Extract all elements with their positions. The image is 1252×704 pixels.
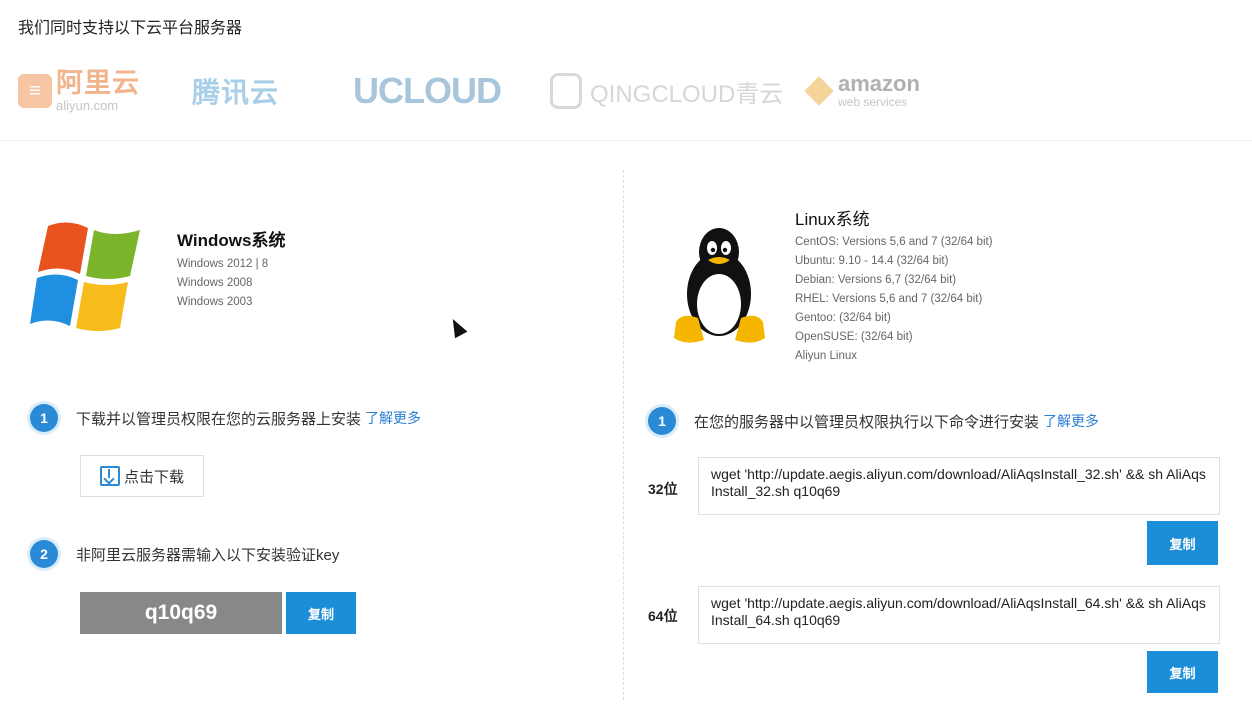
download-icon: [99, 466, 120, 486]
supported-platforms-heading: 我们同时支持以下云平台服务器: [18, 20, 243, 37]
install-command-32[interactable]: wget 'http://update.aegis.aliyun.com/dow…: [698, 457, 1220, 515]
linux-version: Aliyun Linux: [795, 350, 858, 362]
download-label: 点击下载: [123, 468, 184, 486]
windows-version: Windows 2008: [177, 277, 253, 289]
windows-version: Windows 2012 | 8: [177, 258, 269, 270]
tencent-cloud-logo: 腾讯云: [192, 77, 280, 108]
aliyun-icon: ≡: [18, 74, 52, 108]
windows-info: Windows系统 Windows 2012 | 8 Windows 2008 …: [177, 226, 285, 312]
qingcloud-icon: [550, 73, 582, 109]
learn-more-link[interactable]: 了解更多: [1043, 411, 1099, 431]
step-text: 在您的服务器中以管理员权限执行以下命令进行安装: [694, 413, 1040, 431]
install-command-64[interactable]: wget 'http://update.aegis.aliyun.com/dow…: [698, 586, 1220, 644]
download-button[interactable]: 点击下载: [80, 455, 204, 497]
mouse-cursor-icon: [446, 315, 468, 339]
windows-step-2: 2 非阿里云服务器需输入以下安装验证key: [30, 540, 339, 568]
amazon-logo: amazon web services: [804, 61, 920, 121]
cloud-logos-strip: ≡ 阿里云 aliyun.com 腾讯云 UCLOUD QINGCLOUD青云 …: [0, 55, 1252, 141]
ucloud-logo: UCLOUD: [353, 70, 502, 111]
linux-info: Linux系统 CentOS: Versions 5,6 and 7 (32/6…: [795, 205, 993, 366]
qingcloud-logo: QINGCLOUD青云: [550, 61, 783, 121]
linux-version: RHEL: Versions 5,6 and 7 (32/64 bit): [795, 293, 983, 305]
learn-more-link[interactable]: 了解更多: [365, 408, 421, 428]
linux-version: CentOS: Versions 5,6 and 7 (32/64 bit): [795, 236, 993, 248]
linux-tux-icon: [674, 228, 765, 343]
linux-version: Gentoo: (32/64 bit): [795, 312, 891, 324]
aws-cube-icon: [804, 76, 834, 106]
linux-version: OpenSUSE: (32/64 bit): [795, 331, 913, 343]
copy-command-32-button[interactable]: 复制: [1147, 521, 1218, 565]
linux-version: Debian: Versions 6,7 (32/64 bit): [795, 274, 957, 286]
aliyun-logo: ≡ 阿里云 aliyun.com: [18, 61, 140, 121]
bits-64-label: 64位: [648, 608, 678, 624]
windows-version: Windows 2003: [177, 296, 253, 308]
copy-command-64-button[interactable]: 复制: [1147, 651, 1218, 693]
step-number-badge: 2: [30, 540, 58, 568]
linux-title: Linux系统: [795, 210, 870, 229]
windows-title: Windows系统: [177, 231, 286, 250]
copy-key-button[interactable]: 复制: [286, 592, 356, 634]
windows-step-1: 1 下载并以管理员权限在您的云服务器上安装 了解更多: [30, 404, 421, 432]
install-key-display: q10q69: [80, 592, 282, 634]
step-number-badge: 1: [30, 404, 58, 432]
column-divider: [623, 170, 624, 700]
windows-logo-icon: [30, 222, 140, 331]
step-number-badge: 1: [648, 407, 676, 435]
step-text: 下载并以管理员权限在您的云服务器上安装: [76, 410, 362, 428]
linux-step-1: 1 在您的服务器中以管理员权限执行以下命令进行安装 了解更多: [648, 407, 1099, 435]
linux-version: Ubuntu: 9.10 - 14.4 (32/64 bit): [795, 255, 949, 267]
step-text: 非阿里云服务器需输入以下安装验证key: [76, 546, 340, 564]
bits-32-label: 32位: [648, 481, 678, 497]
